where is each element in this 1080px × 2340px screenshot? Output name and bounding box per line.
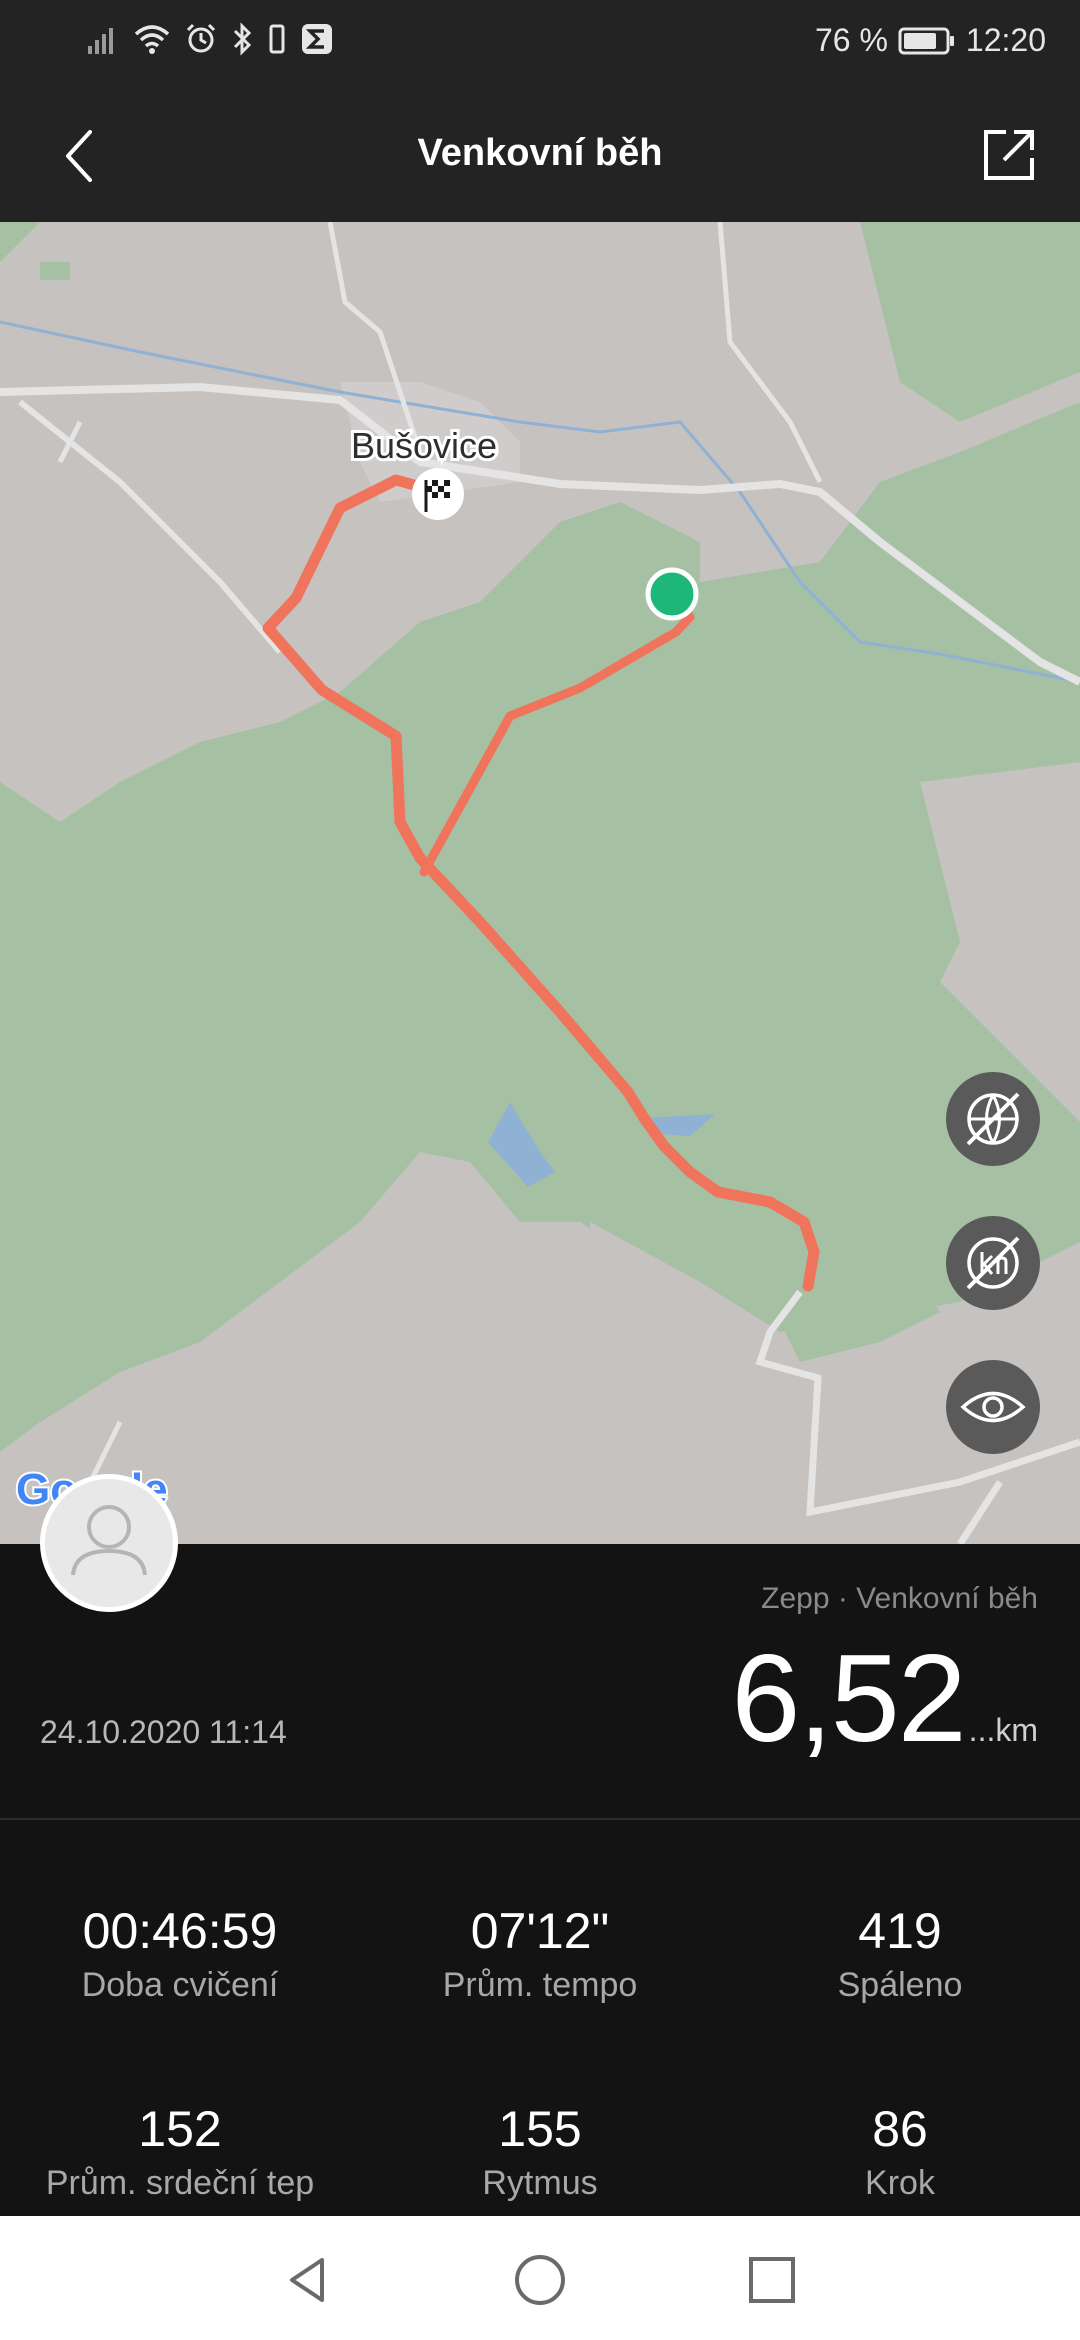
stat-value: 419	[858, 1903, 942, 1959]
finish-flag-icon	[412, 468, 464, 520]
place-label: Bušovice	[351, 425, 497, 466]
user-icon	[71, 1505, 147, 1576]
share-icon[interactable]	[978, 124, 1040, 186]
status-right: 76 % 12:20	[815, 22, 1046, 59]
distance-display: 6,52 ...km	[731, 1628, 1038, 1770]
visibility-toggle[interactable]	[946, 1360, 1040, 1454]
nav-home-icon[interactable]	[512, 2252, 568, 2308]
nav-back-icon[interactable]	[280, 2252, 336, 2308]
eye-icon	[960, 1391, 1026, 1423]
stat-label: Krok	[865, 2164, 935, 2202]
clock: 12:20	[965, 22, 1046, 58]
workout-source: Zepp · Venkovní běh	[761, 1582, 1038, 1615]
stat-value: 00:46:59	[82, 1903, 278, 1959]
stat-stride: 86 Krok	[720, 2100, 1080, 2203]
stat-value: 152	[138, 2101, 222, 2157]
stat-label: Spáleno	[837, 1966, 963, 2004]
stat-avg-heart-rate: 152 Prům. srdeční tep	[0, 2100, 360, 2203]
battery-percent: 76 %	[814, 22, 888, 58]
stat-duration: 00:46:59 Doba cvičení	[0, 1902, 360, 2005]
stat-label: Prům. tempo	[442, 1966, 638, 2004]
stat-label: Rytmus	[482, 2164, 598, 2202]
avatar[interactable]	[40, 1474, 178, 1612]
nav-recents-icon[interactable]	[744, 2252, 800, 2308]
page-title: Venkovní běh	[417, 132, 663, 174]
workout-date: 24.10.2020 11:14	[40, 1714, 287, 1750]
stat-value: 155	[498, 2101, 582, 2157]
km-markers-toggle[interactable]	[946, 1216, 1040, 1310]
bluetooth-icon	[233, 22, 252, 56]
start-marker	[645, 567, 699, 621]
kilometer-markers-off-icon	[966, 1236, 1020, 1290]
distance-value: 6,52	[731, 1630, 966, 1768]
system-nav-bar	[0, 2216, 1080, 2340]
map-canvas: Bušovice Google	[0, 222, 1080, 1544]
vibrate-icon	[269, 24, 285, 54]
stat-label: Doba cvičení	[81, 1966, 279, 2004]
status-bar: 76 % 12:20	[0, 0, 1080, 90]
forest-area	[40, 262, 70, 280]
alarm-icon	[186, 23, 216, 53]
stat-label: Prům. srdeční tep	[45, 2164, 315, 2202]
route-map[interactable]: Bušovice Google	[0, 222, 1080, 1544]
status-icons	[86, 22, 334, 56]
stat-cadence: 155 Rytmus	[360, 2100, 720, 2203]
stat-value: 07'12"	[470, 1903, 610, 1959]
map-style-off-icon	[966, 1092, 1020, 1146]
stat-calories: 419 Spáleno	[720, 1902, 1080, 2005]
app-header: Venkovní běh	[0, 90, 1080, 222]
divider	[0, 1818, 1080, 1820]
wifi-icon	[134, 25, 170, 54]
app-sigma-icon	[302, 24, 332, 54]
map-style-toggle[interactable]	[946, 1072, 1040, 1166]
signal-icon	[88, 28, 113, 54]
distance-unit: ...km	[968, 1712, 1038, 1748]
stat-avg-pace: 07'12" Prům. tempo	[360, 1902, 720, 2005]
battery-icon	[898, 27, 954, 54]
stat-value: 86	[872, 2101, 928, 2157]
